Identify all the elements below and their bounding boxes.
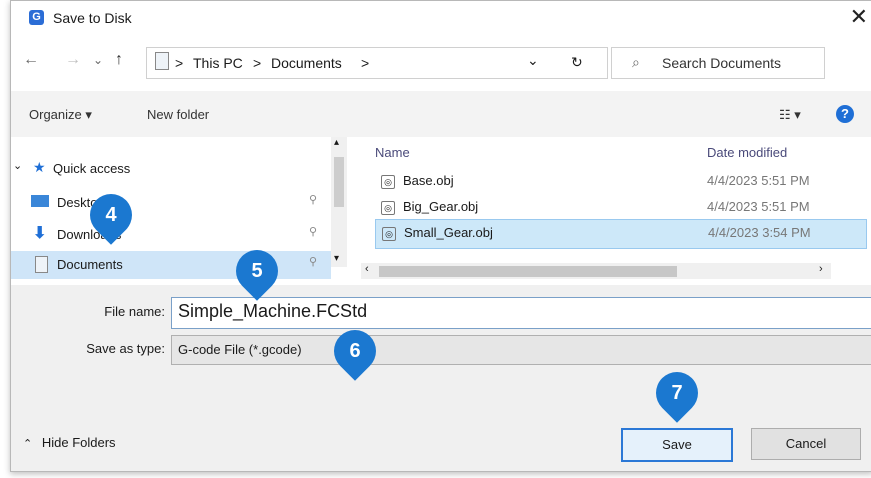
file-name: Base.obj [403,173,454,188]
window-title: Save to Disk [53,10,132,26]
download-icon: ⬇ [33,225,47,242]
file-name-value: Simple_Machine.FCStd [178,301,368,321]
sidebar-item-quick-access[interactable]: ⌄ ★ Quick access [11,155,331,183]
command-toolbar: Organize ▾ New folder ☷ ▾ ? [11,91,871,137]
callout-badge-6: 6 [325,321,385,381]
documents-icon [35,256,48,273]
file-date: 4/4/2023 3:54 PM [708,225,811,240]
hide-folders-button[interactable]: ⌃ Hide Folders [23,435,116,450]
hide-folders-label: Hide Folders [41,435,116,450]
scrollbar-thumb[interactable] [334,157,344,207]
help-icon[interactable]: ? [836,105,854,123]
sidebar-item-label: Documents [57,257,123,272]
callout-badge-4: 4 [81,185,141,245]
pin-icon[interactable]: ⚲ [309,255,317,268]
save-type-label: Save as type: [86,341,165,356]
app-icon: G [29,10,44,25]
scrollbar-thumb[interactable] [379,266,677,277]
file-name: Small_Gear.obj [404,225,493,240]
sidebar-item-desktop[interactable]: Desktop ⚲ [11,189,331,217]
view-options-icon[interactable]: ☷ ▾ [779,107,801,123]
star-icon: ★ [33,159,46,175]
chevron-up-icon: ⌃ [23,438,33,450]
breadcrumb-separator: > [175,55,184,71]
file-icon: ◎ [382,225,402,241]
breadcrumb-this-pc[interactable]: This PC [193,55,243,71]
refresh-icon[interactable]: ↻ [571,54,583,71]
save-button[interactable]: Save [621,428,733,462]
save-dialog: G Save to Disk ✕ ← → ⌄ ↑ > This PC > Doc… [10,0,871,472]
sidebar-item-documents[interactable]: Documents ⚲ [11,251,331,279]
search-box[interactable]: ⌕ Search Documents [611,47,825,79]
file-list-hscrollbar[interactable]: ‹ › [361,263,831,279]
pin-icon[interactable]: ⚲ [309,193,317,206]
close-icon[interactable]: ✕ [850,5,868,29]
search-placeholder: Search Documents [662,55,782,71]
breadcrumb-separator: > [361,55,370,71]
search-icon: ⌕ [632,54,640,70]
sidebar-item-label: Quick access [53,161,131,176]
table-row-selected[interactable]: ◎ Small_Gear.obj 4/4/2023 3:54 PM [375,219,867,249]
organize-button[interactable]: Organize ▾ [29,107,92,123]
pin-icon[interactable]: ⚲ [309,225,317,238]
scroll-down-icon[interactable]: ▾ [334,253,339,264]
column-header-date[interactable]: Date modified [707,145,787,160]
recent-locations-icon[interactable]: ⌄ [93,53,103,67]
file-date: 4/4/2023 5:51 PM [707,199,810,214]
scroll-right-icon[interactable]: › [819,263,823,275]
sidebar-item-downloads[interactable]: ⬇ Downloads ⚲ [11,221,331,249]
chevron-down-icon[interactable]: ⌄ [527,52,539,69]
title-bar: G Save to Disk ✕ [11,1,871,35]
scroll-up-icon[interactable]: ▴ [334,137,339,148]
desktop-icon [31,195,49,207]
save-type-value: G-code File (*.gcode) [178,342,302,357]
file-icon: ◎ [381,199,401,215]
navigation-pane: ⌄ ★ Quick access Desktop ⚲ ⬇ Downloads ⚲… [11,137,347,285]
file-icon: ◎ [381,173,401,189]
callout-badge-7: 7 [647,363,707,423]
file-name-label: File name: [104,304,165,319]
breadcrumb-separator: > [253,55,262,71]
column-header-name[interactable]: Name [375,145,410,160]
table-row[interactable]: ◎ Big_Gear.obj 4/4/2023 5:51 PM [375,193,865,221]
scroll-left-icon[interactable]: ‹ [365,263,369,275]
file-name-field[interactable]: Simple_Machine.FCStd [171,297,871,329]
up-arrow-icon[interactable]: ↑ [115,51,123,69]
documents-icon [155,52,169,70]
address-bar[interactable]: > This PC > Documents > ⌄ ↻ [146,47,608,79]
file-date: 4/4/2023 5:51 PM [707,173,810,188]
callout-badge-5: 5 [227,241,287,301]
navigation-bar: ← → ⌄ ↑ > This PC > Documents > ⌄ ↻ ⌕ Se… [11,35,871,91]
file-name: Big_Gear.obj [403,199,479,214]
breadcrumb-documents[interactable]: Documents [271,55,342,71]
new-folder-button[interactable]: New folder [147,107,209,122]
navigation-scrollbar[interactable]: ▴ ▾ [331,137,347,267]
cancel-button[interactable]: Cancel [751,428,861,460]
forward-arrow-icon[interactable]: → [65,51,81,69]
save-type-select[interactable]: G-code File (*.gcode) [171,335,871,365]
table-row[interactable]: ◎ Base.obj 4/4/2023 5:51 PM [375,167,865,195]
expand-chevron-icon[interactable]: ⌄ [13,159,22,172]
back-arrow-icon[interactable]: ← [23,51,39,69]
